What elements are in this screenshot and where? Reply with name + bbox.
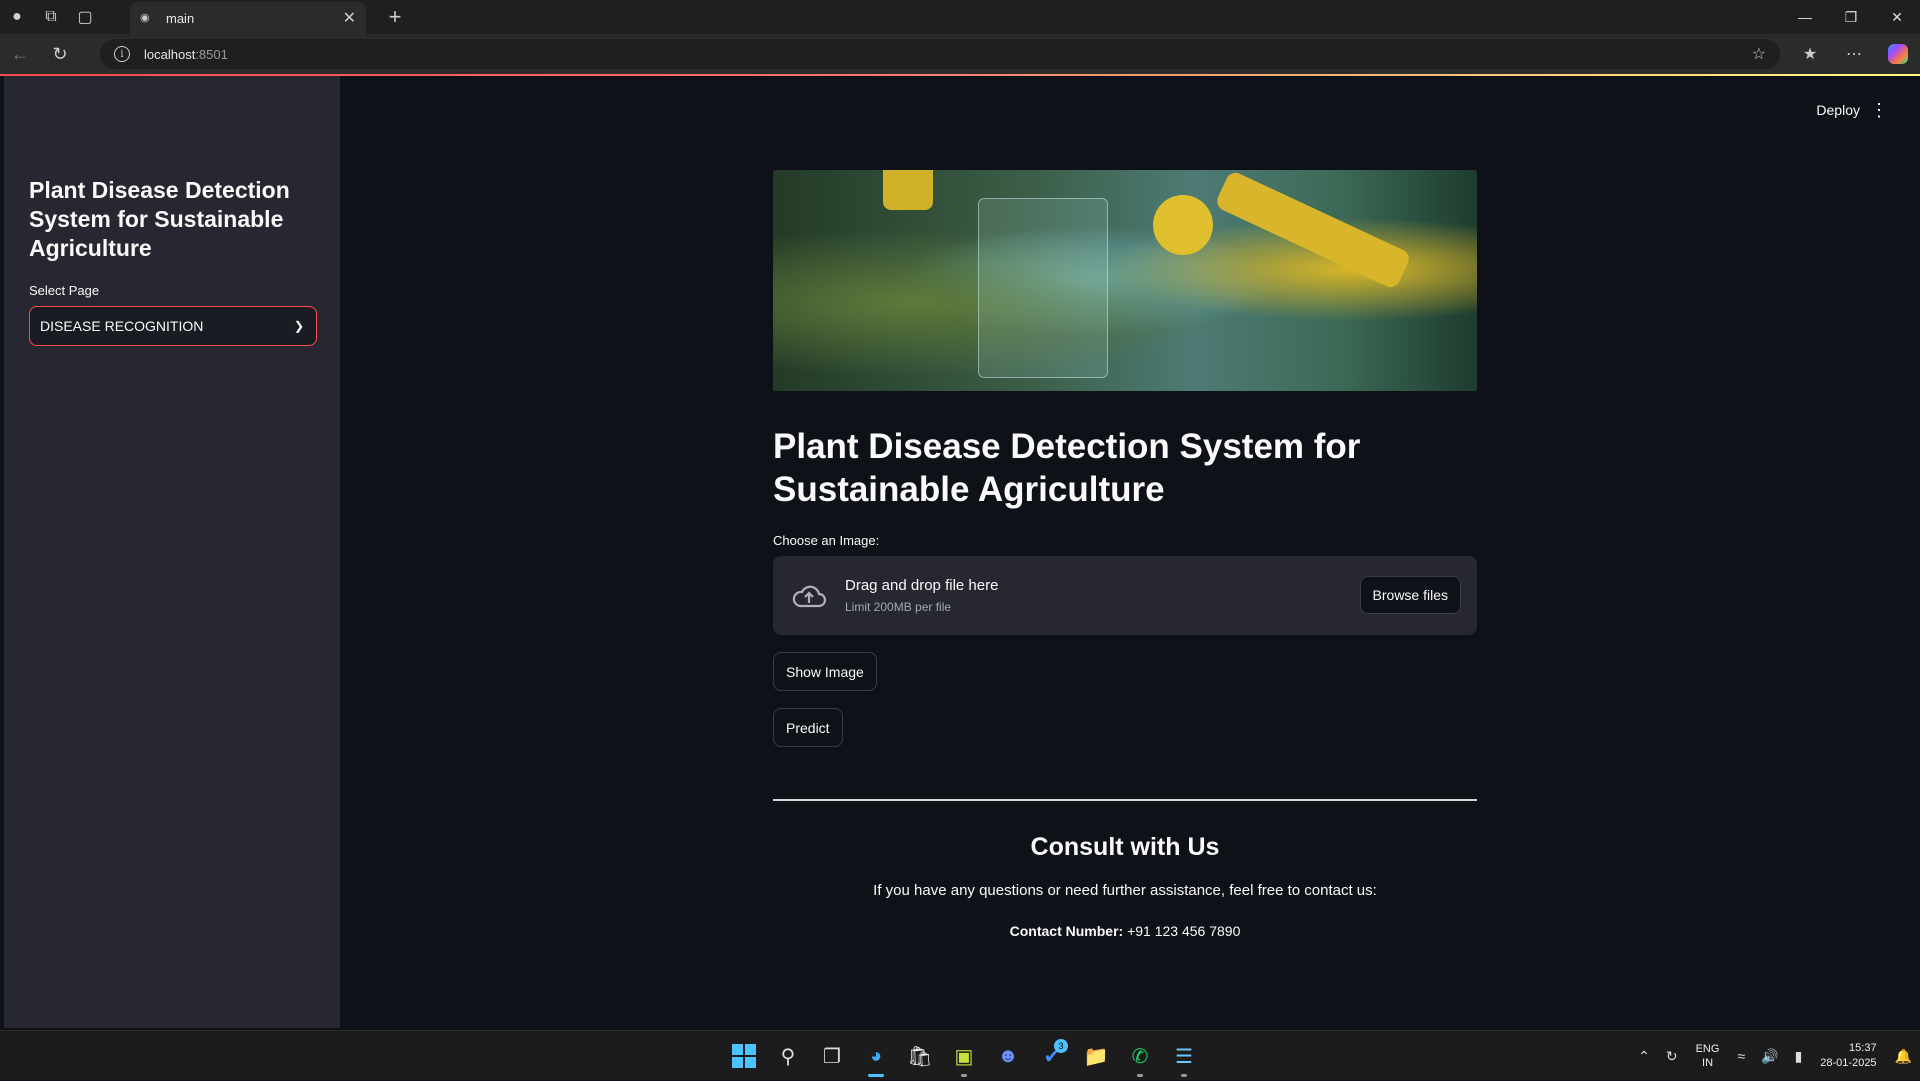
contact-number: +91 123 456 7890 <box>1123 923 1241 939</box>
wifi-icon[interactable]: ≈ <box>1729 1048 1753 1064</box>
url-text: localhost:8501 <box>144 46 228 62</box>
minimize-icon[interactable]: — <box>1782 0 1828 34</box>
file-dropzone[interactable]: Drag and drop file here Limit 200MB per … <box>773 556 1477 635</box>
upload-label: Choose an Image: <box>773 533 880 548</box>
consult-heading: Consult with Us <box>1030 833 1220 861</box>
dropzone-limit: Limit 200MB per file <box>845 600 952 614</box>
volume-icon[interactable]: 🔊 <box>1753 1048 1786 1065</box>
dropzone-text: Drag and drop file here <box>845 577 999 594</box>
todo-icon[interactable]: ✔ 3 <box>1030 1031 1074 1081</box>
cloud-upload-icon <box>789 581 829 611</box>
whatsapp-icon[interactable]: ✆ <box>1118 1031 1162 1081</box>
browser-tab[interactable]: ◉ main ✕ <box>130 2 366 34</box>
tab-title: main <box>166 10 195 26</box>
chevron-up-icon[interactable]: ⌃ <box>1630 1048 1658 1065</box>
banner-robot-arm <box>1213 170 1413 291</box>
profile-icon[interactable]: ● <box>0 0 34 34</box>
sidebar: Plant Disease Detection System for Susta… <box>4 76 340 1028</box>
show-image-button[interactable]: Show Image <box>773 652 877 691</box>
taskbar: ⚲ ❐ ◕ 🛍 ▣ ☻ ✔ 3 📁 ✆ ☰ ⌃ ↻ ENG IN ≈ 🔊 ▮ 15:… <box>0 1030 1920 1080</box>
banner-robot-left <box>883 170 933 210</box>
workspaces-icon[interactable]: ⧉ <box>34 0 68 34</box>
streamlit-favicon-icon: ◉ <box>140 12 150 24</box>
search-icon[interactable]: ⚲ <box>766 1031 810 1081</box>
battery-icon[interactable]: ▮ <box>1787 1048 1811 1065</box>
more-options-icon[interactable]: ⋯ <box>1832 44 1876 64</box>
page-title: Plant Disease Detection System for Susta… <box>773 427 1361 509</box>
back-icon[interactable]: ← <box>0 34 40 74</box>
contact-line: Contact Number: +91 123 456 7890 <box>773 923 1477 939</box>
contact-label: Contact Number: <box>1009 923 1124 939</box>
address-bar-row: ← ↻ i localhost:8501 ☆ ★ ⋯ <box>0 34 1920 74</box>
page-select-value: DISEASE RECOGNITION <box>40 318 204 334</box>
teams-icon[interactable]: ☻ <box>986 1031 1030 1081</box>
language-indicator[interactable]: ENG IN <box>1686 1042 1730 1070</box>
refresh-icon[interactable]: ↻ <box>40 34 80 74</box>
deploy-button[interactable]: Deploy <box>1816 102 1860 118</box>
notepad-icon[interactable]: ☰ <box>1162 1031 1206 1081</box>
start-icon[interactable] <box>722 1031 766 1081</box>
task-view-icon[interactable]: ❐ <box>810 1031 854 1081</box>
page-select[interactable]: DISEASE RECOGNITION ❯ <box>29 306 317 346</box>
window-controls: — ❐ ✕ <box>1782 0 1920 34</box>
edge-icon[interactable]: ◕ <box>854 1031 898 1081</box>
clock[interactable]: 15:37 28-01-2025 <box>1810 1041 1886 1071</box>
todo-badge: 3 <box>1054 1039 1068 1053</box>
divider <box>773 799 1477 801</box>
browser-tab-bar: ● ⧉ ▢ ◉ main ✕ + — ❐ ✕ <box>0 0 1920 34</box>
sidebar-title: Plant Disease Detection System for Susta… <box>29 177 290 261</box>
main-menu-icon[interactable]: ⋮ <box>1870 100 1888 121</box>
notification-bell-icon[interactable]: 🔔 <box>1887 1048 1920 1065</box>
favorite-star-icon[interactable]: ☆ <box>1752 44 1766 64</box>
select-page-label: Select Page <box>29 283 100 298</box>
file-explorer-icon[interactable]: 📁 <box>1074 1031 1118 1081</box>
chevron-down-icon: ❯ <box>293 319 304 333</box>
restore-icon[interactable]: ❐ <box>1828 0 1874 34</box>
consult-text: If you have any questions or need furthe… <box>873 882 1377 899</box>
banner-hologram-panel <box>978 198 1108 378</box>
banner-image <box>773 170 1477 391</box>
favorites-icon[interactable]: ★ <box>1788 44 1832 64</box>
close-window-icon[interactable]: ✕ <box>1874 0 1920 34</box>
url-field[interactable]: i localhost:8501 ☆ <box>100 39 1780 69</box>
pycharm-icon[interactable]: ▣ <box>942 1031 986 1081</box>
content-column: Plant Disease Detection System for Susta… <box>773 170 1477 939</box>
predict-button[interactable]: Predict <box>773 708 843 747</box>
main-content: Deploy ⋮ Plant Disease Detection System … <box>340 76 1916 1028</box>
banner-robot-joint <box>1153 195 1213 255</box>
browse-files-button[interactable]: Browse files <box>1359 576 1461 614</box>
close-tab-icon[interactable]: ✕ <box>343 8 356 28</box>
tab-actions-icon[interactable]: ▢ <box>68 0 102 34</box>
copilot-icon[interactable] <box>1888 44 1908 64</box>
sync-icon[interactable]: ↻ <box>1658 1048 1686 1065</box>
store-icon[interactable]: 🛍 <box>898 1031 942 1081</box>
new-tab-button[interactable]: + <box>380 0 410 34</box>
site-info-icon[interactable]: i <box>114 46 130 62</box>
